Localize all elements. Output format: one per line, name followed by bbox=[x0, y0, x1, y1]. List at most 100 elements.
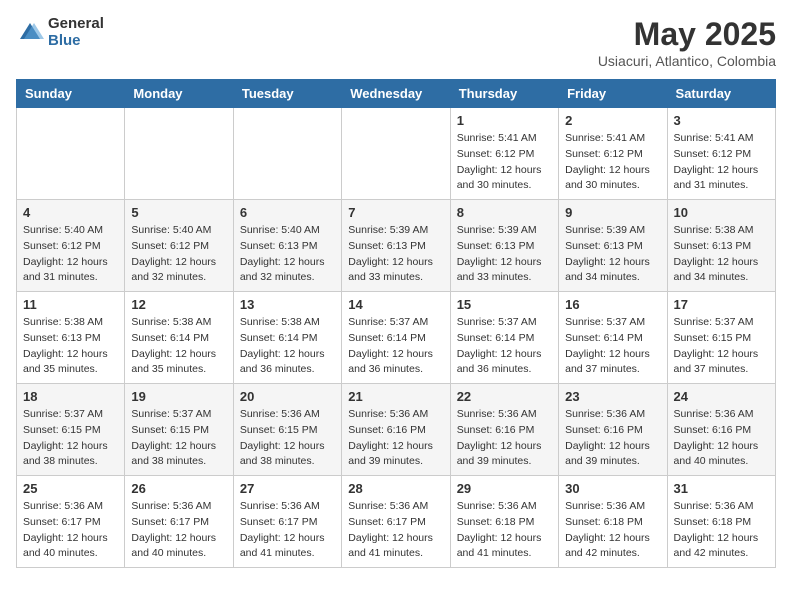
day-info: Sunrise: 5:36 AM Sunset: 6:18 PM Dayligh… bbox=[565, 499, 660, 562]
logo-icon bbox=[16, 19, 44, 47]
day-number: 28 bbox=[348, 481, 443, 496]
weekday-header: Tuesday bbox=[233, 80, 341, 108]
day-number: 6 bbox=[240, 205, 335, 220]
calendar-cell: 8 Sunrise: 5:39 AM Sunset: 6:13 PM Daylig… bbox=[450, 200, 558, 292]
location-title: Usiacuri, Atlantico, Colombia bbox=[598, 53, 776, 69]
calendar-cell: 26 Sunrise: 5:36 AM Sunset: 6:17 PM Dayli… bbox=[125, 476, 233, 568]
calendar-cell: 29Sunrise: 5:36 AM Sunset: 6:18 PM Dayli… bbox=[450, 476, 558, 568]
day-number: 26 bbox=[131, 481, 226, 496]
calendar-week-row: 11Sunrise: 5:38 AM Sunset: 6:13 PM Dayli… bbox=[17, 292, 776, 384]
day-number: 10 bbox=[674, 205, 769, 220]
day-info: Sunrise: 5:36 AM Sunset: 6:16 PM Dayligh… bbox=[674, 407, 769, 470]
day-info: Sunrise: 5:40 AM Sunset: 6:12 PM Dayligh… bbox=[131, 223, 226, 286]
calendar-cell: 12 Sunrise: 5:38 AM Sunset: 6:14 PM Dayli… bbox=[125, 292, 233, 384]
calendar-week-row: 18 Sunrise: 5:37 AM Sunset: 6:15 PM Dayli… bbox=[17, 384, 776, 476]
header: General Blue May 2025 Usiacuri, Atlantic… bbox=[16, 16, 776, 69]
day-info: Sunrise: 5:41 AM Sunset: 6:12 PM Dayligh… bbox=[674, 131, 769, 194]
calendar-cell: 16 Sunrise: 5:37 AM Sunset: 6:14 PM Dayli… bbox=[559, 292, 667, 384]
day-number: 16 bbox=[565, 297, 660, 312]
day-info: Sunrise: 5:37 AM Sunset: 6:14 PM Dayligh… bbox=[348, 315, 443, 378]
calendar-cell: 4 Sunrise: 5:40 AM Sunset: 6:12 PM Daylig… bbox=[17, 200, 125, 292]
day-number: 31 bbox=[674, 481, 769, 496]
day-info: Sunrise: 5:36 AM Sunset: 6:16 PM Dayligh… bbox=[457, 407, 552, 470]
day-number: 27 bbox=[240, 481, 335, 496]
day-number: 8 bbox=[457, 205, 552, 220]
day-number: 9 bbox=[565, 205, 660, 220]
logo-blue: Blue bbox=[48, 33, 104, 50]
month-title: May 2025 bbox=[598, 16, 776, 53]
day-number: 22 bbox=[457, 389, 552, 404]
calendar-cell: 14Sunrise: 5:37 AM Sunset: 6:14 PM Dayli… bbox=[342, 292, 450, 384]
day-info: Sunrise: 5:36 AM Sunset: 6:15 PM Dayligh… bbox=[240, 407, 335, 470]
weekday-header: Sunday bbox=[17, 80, 125, 108]
calendar-week-row: 1 Sunrise: 5:41 AM Sunset: 6:12 PM Daylig… bbox=[17, 108, 776, 200]
calendar-cell: 1 Sunrise: 5:41 AM Sunset: 6:12 PM Daylig… bbox=[450, 108, 558, 200]
day-info: Sunrise: 5:39 AM Sunset: 6:13 PM Dayligh… bbox=[457, 223, 552, 286]
calendar-cell: 23 Sunrise: 5:36 AM Sunset: 6:16 PM Dayli… bbox=[559, 384, 667, 476]
logo-general: General bbox=[48, 16, 104, 33]
calendar-cell bbox=[342, 108, 450, 200]
day-info: Sunrise: 5:38 AM Sunset: 6:14 PM Dayligh… bbox=[131, 315, 226, 378]
calendar-cell: 22 Sunrise: 5:36 AM Sunset: 6:16 PM Dayli… bbox=[450, 384, 558, 476]
day-info: Sunrise: 5:37 AM Sunset: 6:15 PM Dayligh… bbox=[23, 407, 118, 470]
calendar-cell: 6 Sunrise: 5:40 AM Sunset: 6:13 PM Daylig… bbox=[233, 200, 341, 292]
calendar-cell: 24 Sunrise: 5:36 AM Sunset: 6:16 PM Dayli… bbox=[667, 384, 775, 476]
calendar-cell: 18 Sunrise: 5:37 AM Sunset: 6:15 PM Dayli… bbox=[17, 384, 125, 476]
day-info: Sunrise: 5:36 AM Sunset: 6:16 PM Dayligh… bbox=[348, 407, 443, 470]
day-info: Sunrise: 5:38 AM Sunset: 6:13 PM Dayligh… bbox=[674, 223, 769, 286]
calendar-cell: 13Sunrise: 5:38 AM Sunset: 6:14 PM Dayli… bbox=[233, 292, 341, 384]
day-info: Sunrise: 5:41 AM Sunset: 6:12 PM Dayligh… bbox=[457, 131, 552, 194]
calendar-cell: 3 Sunrise: 5:41 AM Sunset: 6:12 PM Daylig… bbox=[667, 108, 775, 200]
calendar-cell: 21Sunrise: 5:36 AM Sunset: 6:16 PM Dayli… bbox=[342, 384, 450, 476]
day-number: 17 bbox=[674, 297, 769, 312]
day-info: Sunrise: 5:39 AM Sunset: 6:13 PM Dayligh… bbox=[565, 223, 660, 286]
day-number: 5 bbox=[131, 205, 226, 220]
calendar-cell: 28 Sunrise: 5:36 AM Sunset: 6:17 PM Dayli… bbox=[342, 476, 450, 568]
day-info: Sunrise: 5:40 AM Sunset: 6:13 PM Dayligh… bbox=[240, 223, 335, 286]
day-number: 4 bbox=[23, 205, 118, 220]
day-number: 1 bbox=[457, 113, 552, 128]
calendar-table: SundayMondayTuesdayWednesdayThursdayFrid… bbox=[16, 79, 776, 568]
day-info: Sunrise: 5:36 AM Sunset: 6:17 PM Dayligh… bbox=[131, 499, 226, 562]
logo: General Blue bbox=[16, 16, 104, 49]
calendar-cell: 20 Sunrise: 5:36 AM Sunset: 6:15 PM Dayli… bbox=[233, 384, 341, 476]
calendar-cell bbox=[233, 108, 341, 200]
calendar-cell bbox=[17, 108, 125, 200]
calendar-cell: 2 Sunrise: 5:41 AM Sunset: 6:12 PM Daylig… bbox=[559, 108, 667, 200]
weekday-header: Wednesday bbox=[342, 80, 450, 108]
calendar-cell: 15Sunrise: 5:37 AM Sunset: 6:14 PM Dayli… bbox=[450, 292, 558, 384]
calendar-cell bbox=[125, 108, 233, 200]
day-number: 12 bbox=[131, 297, 226, 312]
day-info: Sunrise: 5:37 AM Sunset: 6:14 PM Dayligh… bbox=[457, 315, 552, 378]
title-area: May 2025 Usiacuri, Atlantico, Colombia bbox=[598, 16, 776, 69]
day-info: Sunrise: 5:36 AM Sunset: 6:17 PM Dayligh… bbox=[348, 499, 443, 562]
day-info: Sunrise: 5:37 AM Sunset: 6:15 PM Dayligh… bbox=[131, 407, 226, 470]
day-info: Sunrise: 5:36 AM Sunset: 6:16 PM Dayligh… bbox=[565, 407, 660, 470]
day-info: Sunrise: 5:36 AM Sunset: 6:17 PM Dayligh… bbox=[23, 499, 118, 562]
day-number: 2 bbox=[565, 113, 660, 128]
day-info: Sunrise: 5:37 AM Sunset: 6:15 PM Dayligh… bbox=[674, 315, 769, 378]
day-info: Sunrise: 5:38 AM Sunset: 6:13 PM Dayligh… bbox=[23, 315, 118, 378]
day-number: 29 bbox=[457, 481, 552, 496]
calendar-week-row: 4 Sunrise: 5:40 AM Sunset: 6:12 PM Daylig… bbox=[17, 200, 776, 292]
day-number: 7 bbox=[348, 205, 443, 220]
day-info: Sunrise: 5:37 AM Sunset: 6:14 PM Dayligh… bbox=[565, 315, 660, 378]
day-number: 23 bbox=[565, 389, 660, 404]
day-number: 18 bbox=[23, 389, 118, 404]
day-number: 20 bbox=[240, 389, 335, 404]
day-info: Sunrise: 5:41 AM Sunset: 6:12 PM Dayligh… bbox=[565, 131, 660, 194]
calendar-cell: 5 Sunrise: 5:40 AM Sunset: 6:12 PM Daylig… bbox=[125, 200, 233, 292]
calendar-cell: 30 Sunrise: 5:36 AM Sunset: 6:18 PM Dayli… bbox=[559, 476, 667, 568]
calendar-week-row: 25Sunrise: 5:36 AM Sunset: 6:17 PM Dayli… bbox=[17, 476, 776, 568]
calendar-cell: 31 Sunrise: 5:36 AM Sunset: 6:18 PM Dayli… bbox=[667, 476, 775, 568]
day-number: 24 bbox=[674, 389, 769, 404]
calendar-cell: 25Sunrise: 5:36 AM Sunset: 6:17 PM Dayli… bbox=[17, 476, 125, 568]
day-number: 19 bbox=[131, 389, 226, 404]
day-number: 3 bbox=[674, 113, 769, 128]
day-info: Sunrise: 5:40 AM Sunset: 6:12 PM Dayligh… bbox=[23, 223, 118, 286]
calendar-cell: 27 Sunrise: 5:36 AM Sunset: 6:17 PM Dayli… bbox=[233, 476, 341, 568]
day-info: Sunrise: 5:36 AM Sunset: 6:17 PM Dayligh… bbox=[240, 499, 335, 562]
day-info: Sunrise: 5:36 AM Sunset: 6:18 PM Dayligh… bbox=[674, 499, 769, 562]
day-number: 30 bbox=[565, 481, 660, 496]
weekday-header: Friday bbox=[559, 80, 667, 108]
